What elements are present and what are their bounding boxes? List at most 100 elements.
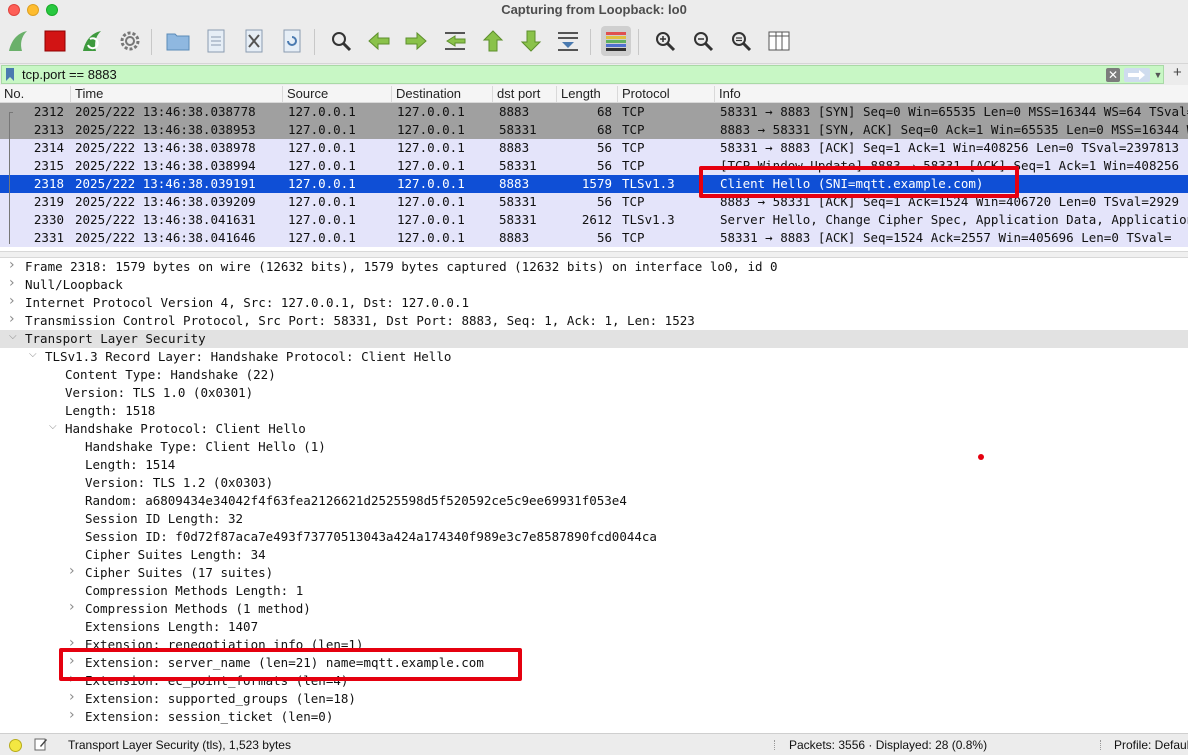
detail-tree-row[interactable]: Length: 1514 [0,456,1188,474]
go-back-button[interactable] [364,26,394,56]
display-filter-bar: tcp.port == 8883 ✕ ▼ + [0,64,1188,85]
column-header-length[interactable]: Length [556,86,618,102]
status-profile[interactable]: Profile: Default [1114,738,1188,752]
save-file-button[interactable] [201,26,231,56]
clear-x-icon[interactable]: ✕ [1106,68,1120,82]
chevron-down-icon[interactable]: ⌵ [9,331,17,342]
column-header-time[interactable]: Time [70,86,284,102]
reload-file-button[interactable] [277,26,307,56]
detail-tree-row[interactable]: ⌵ Handshake Protocol: Client Hello [0,420,1188,438]
shark-fin-icon [9,31,27,51]
cell-dst-port: 58331 [499,194,537,209]
chevron-down-icon[interactable]: ⌵ [29,349,37,360]
apply-arrow-icon[interactable] [1124,68,1150,82]
go-to-packet-button[interactable] [440,26,470,56]
column-header-destination[interactable]: Destination [391,86,493,102]
detail-tree-row[interactable]: Handshake Type: Client Hello (1) [0,438,1188,456]
detail-tree-row[interactable]: Compression Methods Length: 1 [0,582,1188,600]
status-packet-counts: Packets: 3556 · Displayed: 28 (0.8%) [789,738,988,752]
detail-tree-row[interactable]: › Internet Protocol Version 4, Src: 127.0… [0,293,1188,312]
detail-tree-row[interactable]: Version: TLS 1.0 (0x0301) [0,384,1188,402]
chevron-right-icon[interactable]: › [69,707,75,723]
colorize-button[interactable] [601,26,631,56]
detail-tree-row[interactable]: Random: a6809434e34042f4f63fea2126621d25… [0,492,1188,510]
zoom-reset-button[interactable] [726,26,756,56]
pane-splitter[interactable] [0,251,1188,258]
packet-row[interactable]: 2312 2025/222 13:46:38.038778 127.0.0.1 127… [0,103,1188,121]
detail-tree-row[interactable]: Session ID: f0d72f87aca7e493f73770513043… [0,528,1188,546]
column-header-dst-port[interactable]: dst port [492,86,556,102]
cell-protocol: TCP [622,140,645,155]
status-separator[interactable] [774,740,777,750]
packet-row[interactable]: 2330 2025/222 13:46:38.041631 127.0.0.1 127… [0,211,1188,229]
detail-tree-row[interactable]: Version: TLS 1.2 (0x0303) [0,474,1188,492]
detail-tree-row[interactable]: ⌵ Transport Layer Security [0,330,1188,348]
detail-tree-row[interactable]: › Transmission Control Protocol, Src Port… [0,311,1188,330]
chevron-right-icon[interactable]: › [9,293,15,309]
packet-row[interactable]: 2314 2025/222 13:46:38.038978 127.0.0.1 127… [0,139,1188,157]
start-capture-button[interactable] [3,26,33,56]
open-file-button[interactable] [163,26,193,56]
zoom-out-button[interactable] [688,26,718,56]
cell-time: 2025/222 13:46:38.038994 [75,158,256,173]
capture-status-led-icon[interactable] [9,739,22,752]
detail-tree-row[interactable]: Cipher Suites Length: 34 [0,546,1188,564]
detail-tree-row[interactable]: Length: 1518 [0,402,1188,420]
cell-length: 2612 [581,212,612,227]
column-header-info[interactable]: Info [714,86,1188,102]
first-packet-button[interactable] [478,26,508,56]
conversation-bracket [9,112,13,244]
chevron-right-icon[interactable]: › [69,563,75,579]
detail-tree-label: Cipher Suites Length: 34 [85,547,266,562]
chevron-right-icon[interactable]: › [9,311,15,327]
display-filter-text[interactable]: tcp.port == 8883 [22,67,117,82]
column-header-source[interactable]: Source [282,86,392,102]
detail-tree-row[interactable]: › Frame 2318: 1579 bytes on wire (12632 b… [0,258,1188,276]
packet-row[interactable]: 2331 2025/222 13:46:38.041646 127.0.0.1 127… [0,229,1188,247]
bookmark-icon[interactable] [5,68,15,81]
detail-tree-row[interactable]: › Cipher Suites (17 suites) [0,563,1188,582]
go-forward-button[interactable] [401,26,431,56]
arrow-up-icon [482,30,504,52]
chevron-right-icon[interactable]: › [9,258,15,273]
packet-row[interactable]: 2313 2025/222 13:46:38.038953 127.0.0.1 127… [0,121,1188,139]
zoom-in-button[interactable] [650,26,680,56]
column-header-protocol[interactable]: Protocol [617,86,715,102]
detail-tree-row[interactable]: Extensions Length: 1407 [0,618,1188,636]
toolbar-separator [314,29,315,55]
detail-tree-row[interactable]: ⌵ TLSv1.3 Record Layer: Handshake Protoco… [0,348,1188,366]
detail-tree-row[interactable]: › Extension: session_ticket (len=0) [0,707,1188,726]
autoscroll-button[interactable] [553,26,583,56]
chevron-right-icon[interactable]: › [9,275,15,291]
status-separator[interactable] [1100,740,1103,750]
edit-comment-icon[interactable] [34,737,48,751]
close-file-button[interactable] [239,26,269,56]
colorize-icon [606,32,626,51]
chevron-right-icon[interactable]: › [69,689,75,705]
column-header-no[interactable]: No. [0,86,72,102]
resize-columns-button[interactable] [764,26,794,56]
detail-tree-label: Random: a6809434e34042f4f63fea2126621d25… [85,493,627,508]
stop-capture-button[interactable] [40,26,70,56]
chevron-right-icon[interactable]: › [69,599,75,615]
detail-tree-row[interactable]: Content Type: Handshake (22) [0,366,1188,384]
detail-tree-row[interactable]: Session ID Length: 32 [0,510,1188,528]
capture-options-button[interactable] [115,26,145,56]
detail-tree-row[interactable]: › Compression Methods (1 method) [0,599,1188,618]
cell-dst-port: 8883 [499,140,530,155]
detail-tree-row[interactable]: › Null/Loopback [0,275,1188,294]
add-filter-button[interactable]: + [1173,64,1182,81]
annotation-dot [978,454,984,460]
cell-source: 127.0.0.1 [288,230,356,245]
cell-source: 127.0.0.1 [288,194,356,209]
display-filter-input[interactable]: tcp.port == 8883 ✕ ▼ [1,65,1164,84]
arrow-right-icon [405,31,427,51]
cell-time: 2025/222 13:46:38.041646 [75,230,256,245]
last-packet-button[interactable] [516,26,546,56]
cell-length: 68 [596,104,612,119]
detail-tree-row[interactable]: › Extension: supported_groups (len=18) [0,689,1188,708]
restart-capture-button[interactable] [77,26,107,56]
find-packet-button[interactable] [326,26,356,56]
chevron-down-icon[interactable]: ⌵ [49,421,57,432]
filter-history-dropdown[interactable]: ▼ [1152,68,1164,82]
